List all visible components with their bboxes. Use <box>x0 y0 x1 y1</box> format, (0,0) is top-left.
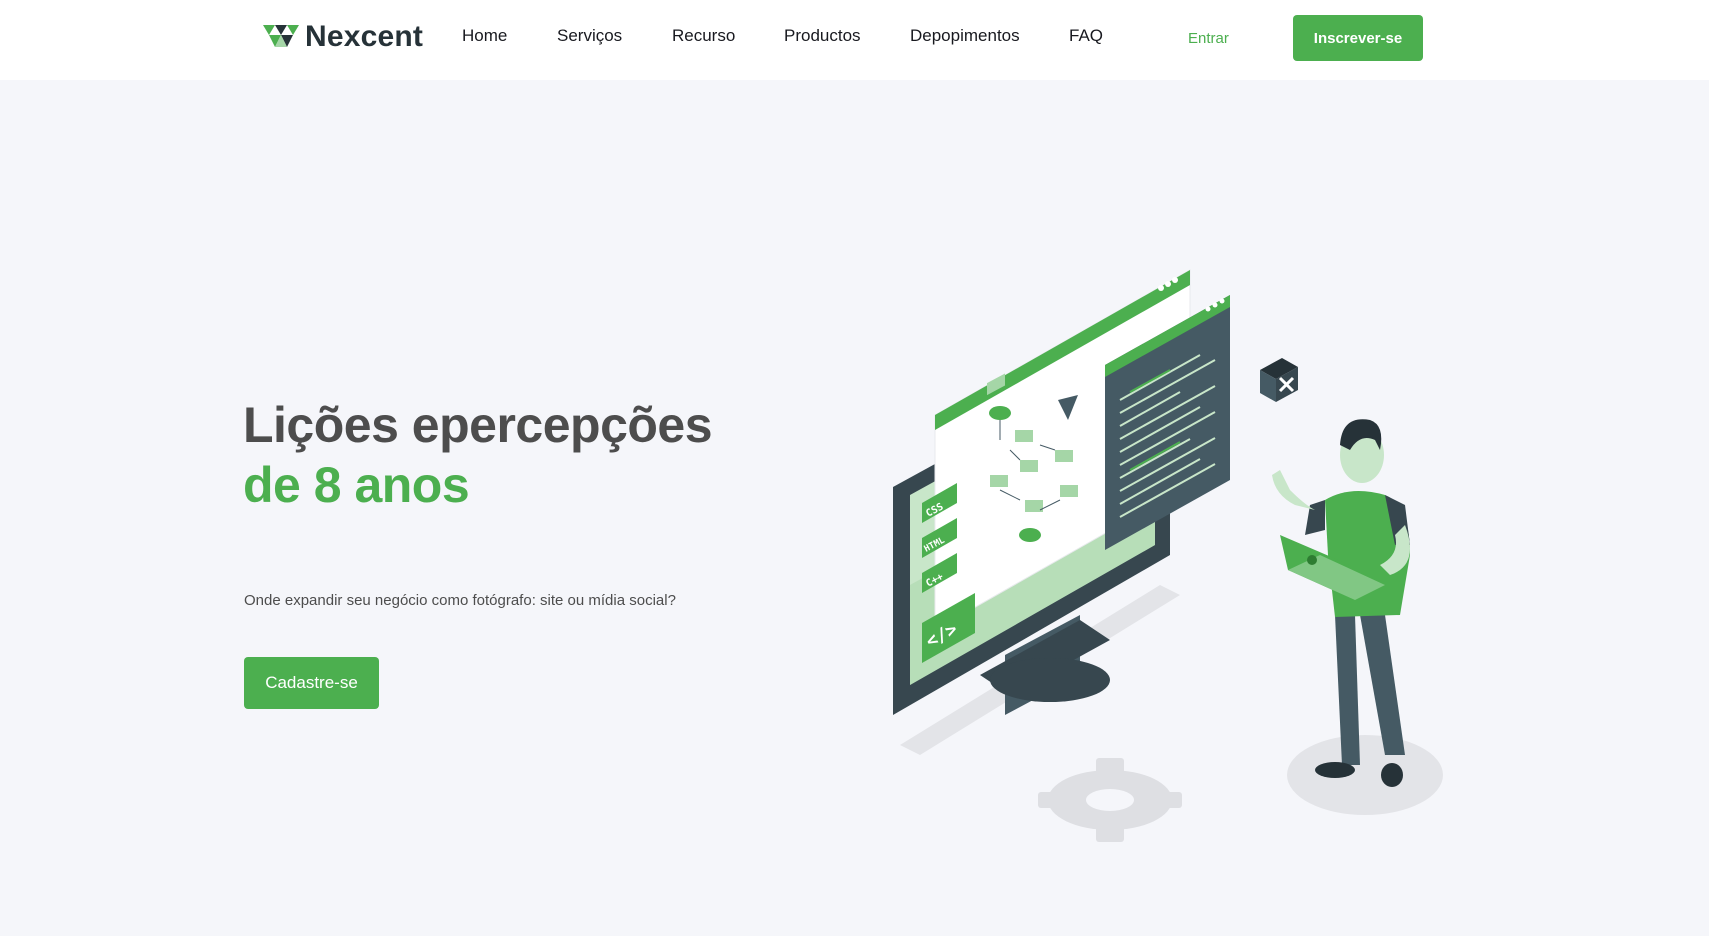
login-link[interactable]: Entrar <box>1188 30 1229 47</box>
nav-item-productos[interactable]: Productos <box>784 26 861 46</box>
nav-item-servicos[interactable]: Serviços <box>557 26 622 46</box>
main-nav: Home Serviços Recurso Productos Depopime… <box>0 26 1709 48</box>
top-navbar: Nexcent Home Serviços Recurso Productos … <box>0 0 1709 80</box>
hero-title: Lições epercepções de 8 anos <box>243 395 723 515</box>
developer-illustration: CSS HTML C++ </> <box>893 269 1443 842</box>
nav-item-recurso[interactable]: Recurso <box>672 26 735 46</box>
register-button[interactable]: Cadastre-se <box>244 657 379 709</box>
person-with-laptop <box>1272 419 1410 787</box>
nav-item-depopimentos[interactable]: Depopimentos <box>910 26 1020 46</box>
close-cube-icon <box>1260 358 1298 402</box>
hero-title-accent: de 8 anos <box>243 457 470 513</box>
nav-item-faq[interactable]: FAQ <box>1069 26 1103 46</box>
nav-item-home[interactable]: Home <box>462 26 507 46</box>
hero-subtitle: Onde expandir seu negócio como fotógrafo… <box>244 592 676 609</box>
signup-button[interactable]: Inscrever-se <box>1293 15 1423 61</box>
hero-title-main: Lições epercepções <box>243 397 713 453</box>
gear-icon <box>1038 758 1182 842</box>
